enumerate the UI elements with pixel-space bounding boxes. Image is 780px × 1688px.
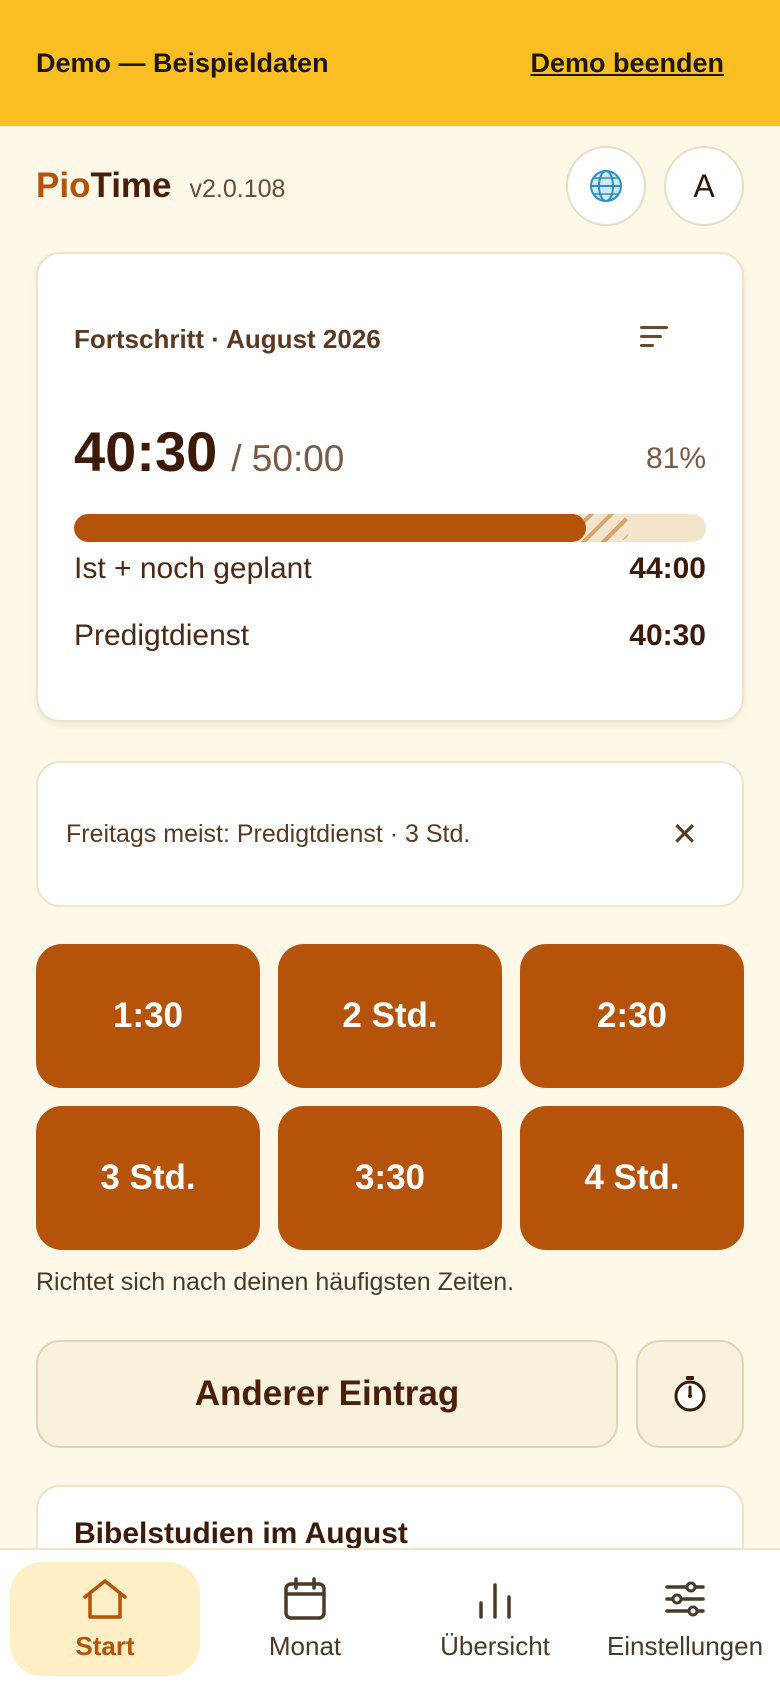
ministry-value: 40:30 — [629, 619, 706, 652]
language-button[interactable] — [566, 146, 646, 226]
header-actions: A — [566, 146, 744, 226]
calendar-icon — [284, 1576, 326, 1620]
progress-title: Fortschritt · August 2026 — [74, 324, 381, 354]
home-icon — [83, 1578, 127, 1619]
quick-entry-button[interactable]: 4 Std. — [520, 1106, 744, 1250]
hours-target: / 50:00 — [231, 438, 345, 479]
demo-banner: Demo — Beispieldaten Demo beenden — [0, 0, 780, 126]
suggestion-hint: Freitags meist: Predigtdienst · 3 Std. ✕ — [36, 761, 744, 907]
nav-item-overview[interactable]: Übersicht — [400, 1550, 590, 1688]
ministry-label: Predigtdienst — [74, 619, 250, 652]
progress-percent: 81% — [645, 442, 706, 475]
nav-item-settings[interactable]: Einstellungen — [590, 1550, 780, 1688]
sliders-icon — [665, 1581, 705, 1616]
quick-entry-note: Richtet sich nach deinen häufigsten Zeit… — [36, 1268, 515, 1296]
brand-part-1: Pio — [36, 166, 91, 205]
brand-part-2: Time — [90, 166, 172, 205]
quick-entry-button[interactable]: 3:30 — [278, 1106, 502, 1250]
progress-hours: 40:30 / 50:00 — [74, 419, 344, 484]
close-icon[interactable]: ✕ — [671, 815, 698, 853]
progress-bar — [74, 514, 706, 542]
globe-icon — [590, 170, 622, 202]
stopwatch-button[interactable] — [636, 1340, 744, 1448]
nav-label: Einstellungen — [606, 1630, 764, 1661]
quick-entry-grid: 1:30 2 Std. 2:30 3 Std. 3:30 4 Std. — [36, 944, 744, 1250]
nav-item-month[interactable]: Monat — [210, 1550, 400, 1688]
demo-banner-text: Demo — Beispieldaten — [36, 47, 329, 78]
quick-entry-button[interactable]: 2 Std. — [278, 944, 502, 1088]
nav-label: Start — [75, 1630, 135, 1661]
quick-entry-button[interactable]: 2:30 — [520, 944, 744, 1088]
bar-chart-icon — [479, 1582, 511, 1619]
bottom-navigation: Start Monat Übersicht Einstellungen — [0, 1548, 780, 1688]
planned-label: Ist + noch geplant — [74, 552, 312, 585]
end-demo-link[interactable]: Demo beenden — [530, 48, 724, 79]
progress-card: Fortschritt · August 2026 40:30 / 50:00 … — [36, 252, 744, 722]
nav-label: Monat — [268, 1630, 342, 1661]
quick-entry-button[interactable]: 3 Std. — [36, 1106, 260, 1250]
planned-value: 44:00 — [629, 552, 706, 585]
hours-done: 40:30 — [74, 420, 218, 483]
hint-text: Freitags meist: Predigtdienst · 3 Std. — [66, 819, 471, 848]
progress-bar-fill — [74, 514, 586, 542]
quick-entry-button[interactable]: 1:30 — [36, 944, 260, 1088]
app-version: v2.0.108 — [189, 174, 286, 203]
nav-item-start[interactable]: Start — [10, 1562, 200, 1676]
stopwatch-icon — [674, 1376, 706, 1412]
app-logo: PioTime — [36, 166, 172, 206]
ministry-row: Predigtdienst 40:30 — [74, 619, 706, 653]
avatar-button[interactable]: A — [664, 146, 744, 226]
planned-row: Ist + noch geplant 44:00 — [74, 552, 706, 586]
bible-studies-title: Bibelstudien im August — [74, 1517, 408, 1550]
sort-menu-icon[interactable] — [640, 326, 676, 354]
app-header: PioTime v2.0.108 A — [36, 145, 744, 227]
nav-label: Übersicht — [440, 1630, 550, 1661]
other-entry-button[interactable]: Anderer Eintrag — [36, 1340, 618, 1448]
